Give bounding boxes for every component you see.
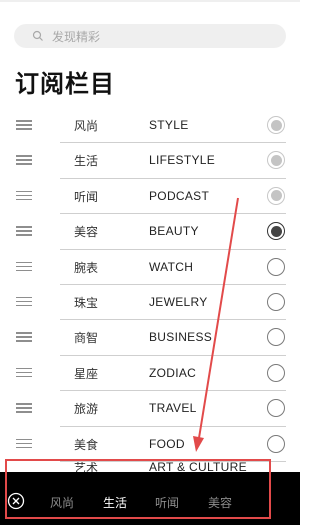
drag-handle-icon[interactable] — [16, 438, 32, 449]
drag-handle-icon[interactable] — [16, 120, 32, 130]
item-en-label: WATCH — [149, 259, 194, 274]
list-item[interactable]: 生活 LIFESTYLE — [0, 143, 300, 180]
item-en-label: ZODIAC — [149, 365, 197, 380]
search-bar[interactable]: 发现精彩 — [14, 24, 286, 48]
item-en-label: FOOD — [149, 436, 185, 451]
item-cn-label: 星座 — [74, 366, 99, 381]
close-icon[interactable] — [7, 492, 25, 510]
tab-lifestyle[interactable]: 生活 — [103, 494, 127, 511]
tab-podcast[interactable]: 听闻 — [155, 494, 179, 511]
list-item[interactable]: 商智 BUSINESS — [0, 320, 300, 357]
subscribe-radio[interactable] — [267, 116, 285, 134]
item-cn-label: 风尚 — [74, 119, 99, 133]
subscription-list: 风尚 STYLE 生活 LIFESTYLE 听闻 PODCAST 美容 BEAU… — [0, 108, 300, 463]
item-cn-label: 生活 — [74, 154, 99, 169]
subscribe-radio[interactable] — [267, 151, 285, 170]
subscribe-radio[interactable] — [267, 328, 285, 347]
subscribe-radio[interactable] — [267, 363, 285, 382]
page-title: 订阅栏目 — [15, 70, 115, 98]
item-en-label: PODCAST — [149, 188, 210, 203]
subscribe-radio[interactable] — [267, 222, 285, 241]
subscribe-radio[interactable] — [267, 186, 285, 205]
item-en-label: JEWELRY — [149, 294, 208, 309]
item-cn-label: 美容 — [74, 225, 99, 240]
list-item[interactable]: 腕表 WATCH — [0, 250, 300, 286]
item-en-label: LIFESTYLE — [149, 153, 216, 168]
drag-handle-icon[interactable] — [16, 190, 32, 201]
drag-handle-icon[interactable] — [16, 261, 32, 272]
list-item[interactable]: 听闻 PODCAST — [0, 179, 300, 215]
drag-handle-icon[interactable] — [16, 403, 32, 413]
drag-handle-icon[interactable] — [16, 332, 32, 342]
item-en-label: BEAUTY — [149, 224, 199, 239]
item-en-label: BUSINESS — [149, 330, 213, 345]
item-cn-label: 旅游 — [74, 402, 99, 417]
item-cn-label: 美食 — [74, 437, 99, 452]
list-item[interactable]: 美容 BEAUTY — [0, 214, 300, 250]
item-cn-label: 腕表 — [74, 260, 99, 275]
search-icon — [32, 30, 43, 41]
list-item[interactable]: 珠宝 JEWELRY — [0, 285, 300, 321]
item-en-label: STYLE — [149, 118, 189, 132]
drag-handle-icon[interactable] — [16, 155, 32, 165]
item-cn-label: 珠宝 — [74, 295, 99, 310]
list-item[interactable]: 美食 FOOD — [0, 427, 300, 463]
top-divider — [0, 0, 300, 2]
subscribe-radio[interactable] — [267, 434, 285, 453]
drag-handle-icon[interactable] — [16, 226, 32, 236]
subscribe-radio[interactable] — [267, 257, 285, 276]
tab-style[interactable]: 风尚 — [50, 494, 74, 511]
list-item[interactable]: 风尚 STYLE — [0, 108, 300, 144]
search-placeholder: 发现精彩 — [52, 29, 101, 44]
drag-handle-icon[interactable] — [16, 367, 32, 378]
item-cn-label: 商智 — [74, 331, 99, 346]
subscribe-radio[interactable] — [267, 399, 285, 418]
subscribed-tabs-bar — [0, 472, 300, 525]
tab-beauty[interactable]: 美容 — [208, 494, 232, 511]
list-item[interactable]: 旅游 TRAVEL — [0, 391, 300, 427]
item-en-label: TRAVEL — [149, 401, 197, 416]
item-cn-label: 听闻 — [74, 189, 99, 204]
list-item[interactable]: 星座 ZODIAC — [0, 356, 300, 392]
drag-handle-icon[interactable] — [16, 296, 32, 307]
subscribe-radio[interactable] — [267, 292, 285, 311]
